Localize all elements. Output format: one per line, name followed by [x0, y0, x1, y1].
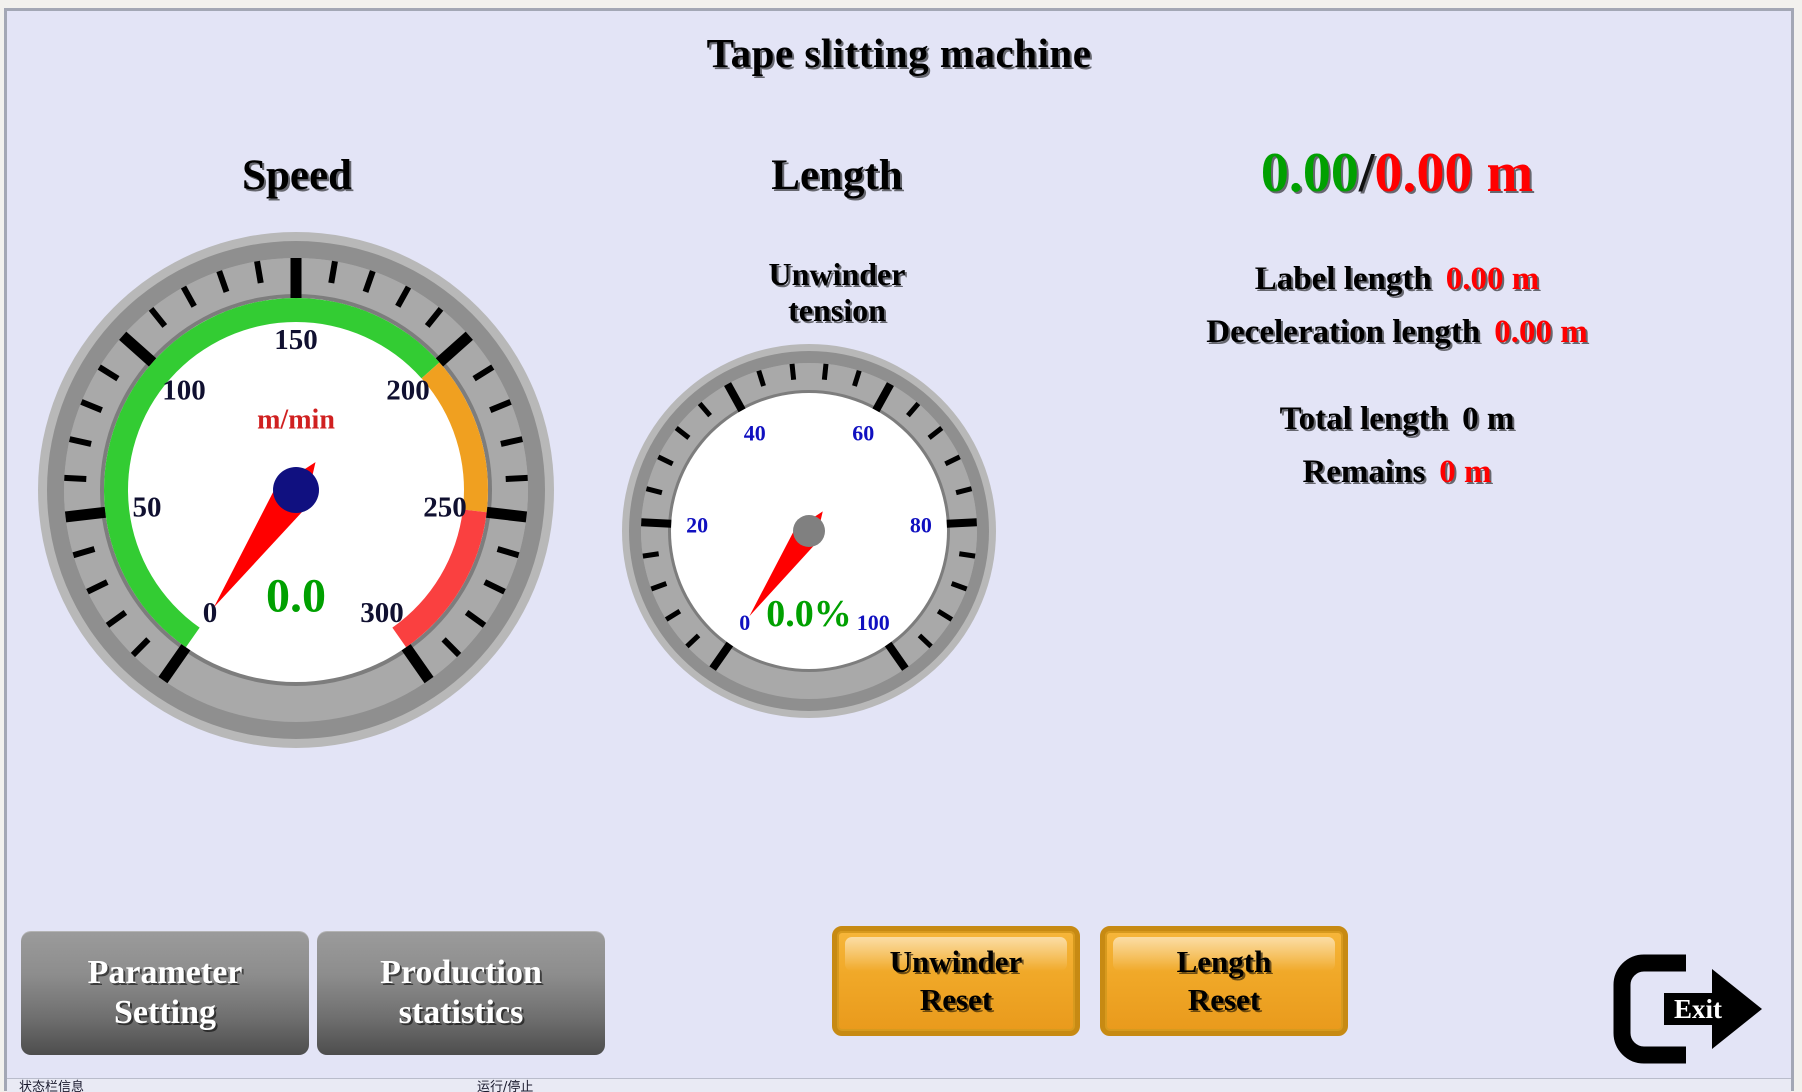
unwinder-tension-heading-line2: tension	[788, 292, 886, 328]
svg-text:250: 250	[423, 491, 467, 523]
deceleration-length-key: Deceleration length	[1206, 314, 1481, 350]
length-current-value: 0.00	[1260, 142, 1359, 204]
speed-heading: Speed	[242, 152, 352, 199]
svg-text:80: 80	[910, 513, 932, 538]
status-bar-mid-text: 运行/停止	[477, 1080, 534, 1092]
label-length-value: 0.00 m	[1445, 261, 1540, 297]
svg-text:100: 100	[162, 374, 206, 406]
svg-text:0.0%: 0.0%	[766, 593, 852, 635]
hmi-screen: Tape slitting machine Speed Length Unwin…	[0, 0, 1802, 1092]
exit-label: Exit	[1673, 994, 1722, 1024]
row-deceleration-length: Deceleration length 0.00 m	[1017, 314, 1777, 351]
length-target-value: 0.00	[1374, 142, 1473, 204]
parameter-setting-button[interactable]: Parameter Setting	[21, 931, 309, 1055]
exit-button[interactable]: Exit	[1604, 949, 1769, 1069]
speed-gauge-svg: 0 50 100 150 200 250 300 m/min 0.0	[38, 232, 554, 748]
production-statistics-label-line1: Production	[380, 954, 542, 991]
svg-text:m/min: m/min	[257, 405, 335, 436]
length-separator: /	[1358, 142, 1375, 204]
unwinder-reset-label-line1: Unwinder	[889, 944, 1023, 979]
svg-text:0: 0	[739, 610, 750, 635]
unwinder-reset-label-line2: Reset	[919, 982, 993, 1017]
deceleration-length-value: 0.00 m	[1494, 314, 1588, 350]
unwinder-tension-gauge-svg: 0 20 40 60 80 1000.0%	[622, 344, 996, 718]
length-reset-button[interactable]: Length Reset	[1100, 926, 1348, 1036]
row-remains: Remains 0 m	[1017, 454, 1777, 491]
row-total-length: Total length 0 m	[1017, 401, 1777, 438]
unwinder-tension-heading: Unwinder tension	[667, 256, 1007, 328]
unwinder-reset-button[interactable]: Unwinder Reset	[832, 926, 1080, 1036]
parameter-setting-label-line1: Parameter	[87, 954, 243, 991]
speed-gauge: 0 50 100 150 200 250 300 m/min 0.0	[35, 229, 557, 751]
label-length-key: Label length	[1254, 261, 1432, 297]
length-reset-label-line2: Reset	[1187, 982, 1261, 1017]
length-unit: m	[1486, 142, 1534, 204]
status-bar: 状态栏信息 运行/停止	[7, 1078, 1791, 1092]
remains-key: Remains	[1302, 454, 1426, 490]
window-top-edge	[0, 0, 1802, 8]
unwinder-tension-heading-line1: Unwinder	[768, 256, 906, 292]
length-readout-panel: 0.00/0.00 m Label length 0.00 m Decelera…	[1017, 141, 1777, 491]
length-value-large: 0.00/0.00 m	[1017, 141, 1777, 205]
page-title: Tape slitting machine	[706, 30, 1092, 76]
svg-text:60: 60	[852, 421, 874, 446]
svg-text:300: 300	[360, 597, 404, 629]
length-heading: Length	[771, 152, 903, 199]
row-label-length: Label length 0.00 m	[1017, 261, 1777, 298]
length-reset-label-line1: Length	[1176, 944, 1272, 979]
main-panel: Tape slitting machine Speed Length Unwin…	[7, 11, 1791, 1088]
production-statistics-button[interactable]: Production statistics	[317, 931, 605, 1055]
total-length-key: Total length	[1279, 401, 1449, 437]
svg-text:50: 50	[133, 491, 162, 523]
total-length-value: 0 m	[1462, 401, 1515, 437]
svg-text:0.0: 0.0	[266, 570, 326, 623]
svg-text:0: 0	[203, 597, 218, 629]
svg-text:200: 200	[386, 374, 430, 406]
svg-text:100: 100	[857, 610, 890, 635]
svg-text:40: 40	[744, 421, 766, 446]
production-statistics-label-line2: statistics	[398, 994, 524, 1031]
svg-text:20: 20	[686, 513, 708, 538]
remains-value: 0 m	[1439, 454, 1492, 490]
unwinder-tension-gauge: 0 20 40 60 80 100 0.0%	[619, 341, 999, 721]
parameter-setting-label-line2: Setting	[114, 994, 216, 1031]
svg-text:150: 150	[274, 324, 318, 356]
status-bar-left-text: 状态栏信息	[19, 1080, 85, 1092]
